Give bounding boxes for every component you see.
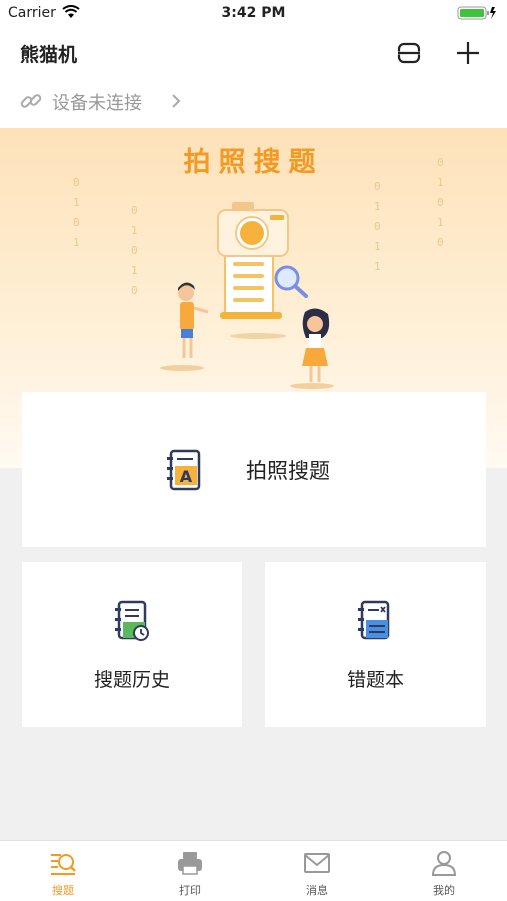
svg-text:1: 1 (73, 196, 80, 209)
svg-text:0: 0 (131, 204, 138, 217)
chevron-right-icon (172, 94, 181, 108)
svg-text:0: 0 (374, 220, 381, 233)
svg-text:1: 1 (374, 260, 381, 273)
printer-icon (178, 852, 202, 875)
tab-bar: 搜题 打印 消息 我的 (0, 840, 507, 901)
svg-text:1: 1 (374, 200, 381, 213)
banner-heading: 拍照搜题 (183, 147, 324, 178)
clock: 3:42 PM (221, 5, 286, 21)
device-status-text: 设备未连接 (52, 93, 142, 114)
tab-print[interactable]: 打印 (127, 841, 253, 901)
svg-text:1: 1 (437, 216, 444, 229)
svg-text:1: 1 (131, 224, 138, 237)
photo-search-label: 拍照搜题 (246, 459, 330, 483)
search-history-card[interactable]: 搜题历史 (22, 562, 242, 727)
svg-text:0: 0 (131, 284, 138, 297)
tab-search[interactable]: 搜题 (0, 841, 126, 901)
search-history-label: 搜题历史 (93, 669, 170, 691)
svg-text:0: 0 (437, 196, 444, 209)
svg-text:1: 1 (131, 264, 138, 277)
plus-icon[interactable] (455, 40, 481, 66)
tab-messages[interactable]: 消息 (254, 841, 380, 901)
svg-text:0: 0 (131, 244, 138, 257)
tab-messages-label: 消息 (306, 884, 328, 897)
device-status-row[interactable]: 设备未连接 (0, 78, 507, 128)
tab-profile-label: 我的 (433, 884, 455, 897)
scan-icon[interactable] (396, 40, 422, 66)
book-a-icon: A (167, 449, 201, 491)
wrong-notebook-icon (358, 600, 390, 640)
svg-text:0: 0 (73, 216, 80, 229)
svg-text:A: A (180, 467, 193, 486)
photo-search-card[interactable]: A 拍照搜题 (22, 392, 486, 547)
link-icon (20, 94, 42, 108)
user-icon (431, 851, 457, 876)
status-bar: Carrier 3:42 PM (0, 0, 507, 28)
tab-profile[interactable]: 我的 (381, 841, 507, 901)
navigation-bar: 熊猫机 (0, 28, 507, 78)
svg-text:0: 0 (437, 236, 444, 249)
history-notebook-icon (115, 600, 149, 641)
wrong-questions-label: 错题本 (346, 669, 404, 691)
page-title: 熊猫机 (20, 44, 78, 66)
svg-text:1: 1 (73, 236, 80, 249)
tab-search-label: 搜题 (52, 884, 74, 897)
wrong-questions-card[interactable]: 错题本 (265, 562, 486, 727)
svg-text:0: 0 (374, 180, 381, 193)
mail-icon (304, 853, 330, 873)
svg-text:1: 1 (374, 240, 381, 253)
battery-icon (457, 6, 496, 20)
tab-print-label: 打印 (179, 884, 201, 897)
search-list-icon (51, 854, 76, 875)
